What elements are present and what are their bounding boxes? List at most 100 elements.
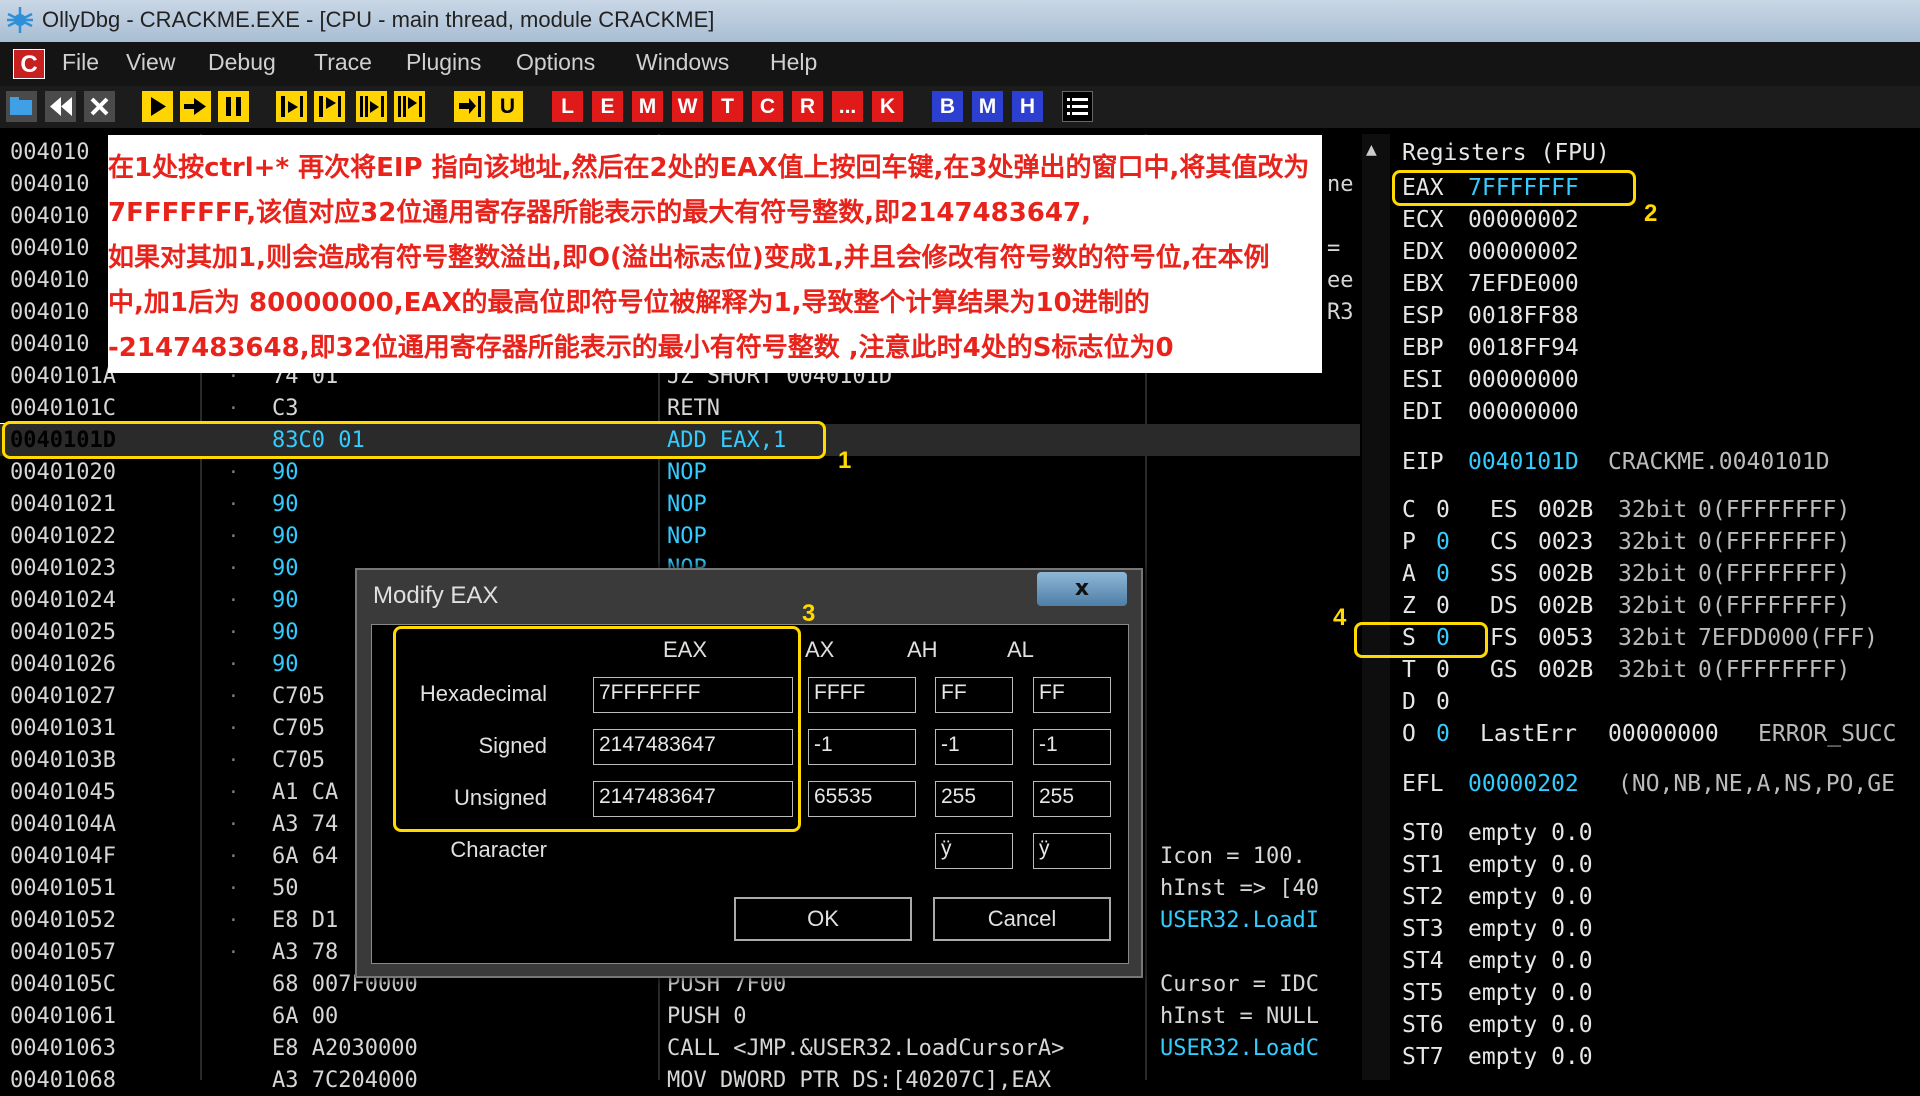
step-over-icon[interactable] (314, 91, 345, 122)
hex-cell: A1 CA (272, 780, 339, 805)
pause-icon[interactable] (218, 91, 249, 122)
register-value[interactable]: 0018FF88 (1468, 303, 1579, 329)
fpu-register-value: empty 0.0 (1468, 884, 1593, 910)
lasterr-value: 00000000 (1608, 721, 1719, 747)
step-run-icon[interactable] (180, 91, 211, 122)
trace-into-icon[interactable] (356, 91, 387, 122)
menu-debug[interactable]: Debug (208, 49, 276, 76)
menu-file[interactable]: File (62, 49, 99, 76)
memory-breakpoints-button[interactable]: M (972, 91, 1003, 122)
execute-till-return-icon[interactable] (454, 91, 485, 122)
run-trace-button[interactable]: ... (832, 91, 863, 122)
segment-name: SS (1490, 561, 1518, 587)
comment-cell: Icon = 100. (1160, 844, 1306, 869)
hardware-breakpoints-button[interactable]: H (1012, 91, 1043, 122)
address-cell: 0040101A (10, 364, 116, 389)
al-character-input[interactable]: ÿ (1033, 833, 1111, 869)
address-cell: 00401061 (10, 1004, 116, 1029)
jump-marker: · (228, 558, 239, 579)
ah-character-input[interactable]: ÿ (935, 833, 1013, 869)
trace-over-icon[interactable] (394, 91, 425, 122)
restart-icon[interactable] (45, 91, 76, 122)
address-cell: 00401026 (10, 652, 116, 677)
windows-button[interactable]: W (672, 91, 703, 122)
register-value[interactable]: 00000002 (1468, 239, 1579, 265)
disasm-cell: MOV DWORD PTR DS:[40207C],EAX (667, 1068, 1052, 1093)
address-cell: 004010 (10, 204, 90, 229)
hex-cell: 6A 64 (272, 844, 339, 869)
menu-windows[interactable]: Windows (636, 49, 729, 76)
register-description: (NO,NB,NE,A,NS,PO,GE (1618, 771, 1895, 797)
cancel-button[interactable]: Cancel (933, 897, 1111, 941)
go-to-user-code-icon[interactable]: U (492, 91, 523, 122)
close-button[interactable]: x (1037, 572, 1127, 606)
segment-name: DS (1490, 593, 1518, 619)
memory-map-button[interactable]: M (632, 91, 663, 122)
segment-range: 0(FFFFFFFF) (1698, 497, 1851, 523)
menu-options[interactable]: Options (516, 49, 595, 76)
list-icon[interactable] (1062, 91, 1093, 122)
label-character: Character (450, 837, 547, 862)
open-icon[interactable] (6, 91, 37, 122)
hex-cell: C705 (272, 748, 325, 773)
jump-marker: · (228, 494, 239, 515)
step-into-icon[interactable] (276, 91, 307, 122)
menu-view[interactable]: View (126, 49, 175, 76)
flag-name: T (1402, 657, 1416, 683)
ax-signed-input[interactable]: -1 (808, 729, 916, 765)
al-signed-input[interactable]: -1 (1033, 729, 1111, 765)
cpu-button[interactable]: C (752, 91, 783, 122)
references-button[interactable]: R (792, 91, 823, 122)
call-stack-button[interactable]: K (872, 91, 903, 122)
menu-plugins[interactable]: Plugins (406, 49, 481, 76)
flag-value: 0 (1436, 689, 1450, 715)
disasm-cell: NOP (667, 460, 707, 485)
fpu-register-name: ST7 (1402, 1044, 1444, 1070)
cpu-logo-icon[interactable]: C (13, 49, 45, 79)
ah-hex-input[interactable]: FF (935, 677, 1013, 713)
run-icon[interactable] (142, 91, 173, 122)
fpu-register-name: ST1 (1402, 852, 1444, 878)
ok-button[interactable]: OK (734, 897, 912, 941)
col-header-ax: AX (805, 637, 835, 662)
fpu-register-value: empty 0.0 (1468, 820, 1593, 846)
register-name: ESP (1402, 303, 1444, 329)
breakpoints-button[interactable]: B (932, 91, 963, 122)
menu-trace[interactable]: Trace (314, 49, 372, 76)
menu-help[interactable]: Help (770, 49, 817, 76)
log-window-button[interactable]: L (552, 91, 583, 122)
register-value[interactable]: 0018FF94 (1468, 335, 1579, 361)
register-name: EBX (1402, 271, 1444, 297)
register-value[interactable]: 00000002 (1468, 207, 1579, 233)
segment-bits: 32bit (1618, 561, 1688, 587)
segment-selector: 002B (1538, 657, 1594, 683)
al-hex-input[interactable]: FF (1033, 677, 1111, 713)
flag-name: D (1402, 689, 1416, 715)
segment-bits: 32bit (1618, 593, 1688, 619)
address-cell: 00401031 (10, 716, 116, 741)
annotation-line: 如果对其加1,则会造成有符号整数溢出,即O(溢出标志位)变成1,并且会修改有符号… (108, 243, 1270, 273)
hex-cell: 90 (272, 492, 299, 517)
ax-hex-input[interactable]: FFFF (808, 677, 916, 713)
ax-unsigned-input[interactable]: 65535 (808, 781, 916, 817)
jump-marker: · (228, 622, 239, 643)
address-cell: 0040105C (10, 972, 116, 997)
register-value[interactable]: 7EFDE000 (1468, 271, 1579, 297)
scroll-up-arrow-icon[interactable]: ▲ (1366, 142, 1377, 158)
address-cell: 004010 (10, 172, 90, 197)
al-unsigned-input[interactable]: 255 (1033, 781, 1111, 817)
jump-marker: · (228, 590, 239, 611)
ah-unsigned-input[interactable]: 255 (935, 781, 1013, 817)
close-icon[interactable] (84, 91, 115, 122)
threads-button[interactable]: T (712, 91, 743, 122)
address-cell: 00401021 (10, 492, 116, 517)
hex-cell: A3 78 (272, 940, 339, 965)
register-value[interactable]: 00000000 (1468, 399, 1579, 425)
hex-cell: C705 (272, 716, 325, 741)
col-header-ah: AH (907, 637, 938, 662)
modules-button[interactable]: E (592, 91, 623, 122)
ah-signed-input[interactable]: -1 (935, 729, 1013, 765)
scrollbar[interactable] (1362, 134, 1390, 1080)
segment-bits: 32bit (1618, 625, 1688, 651)
register-value[interactable]: 00000000 (1468, 367, 1579, 393)
